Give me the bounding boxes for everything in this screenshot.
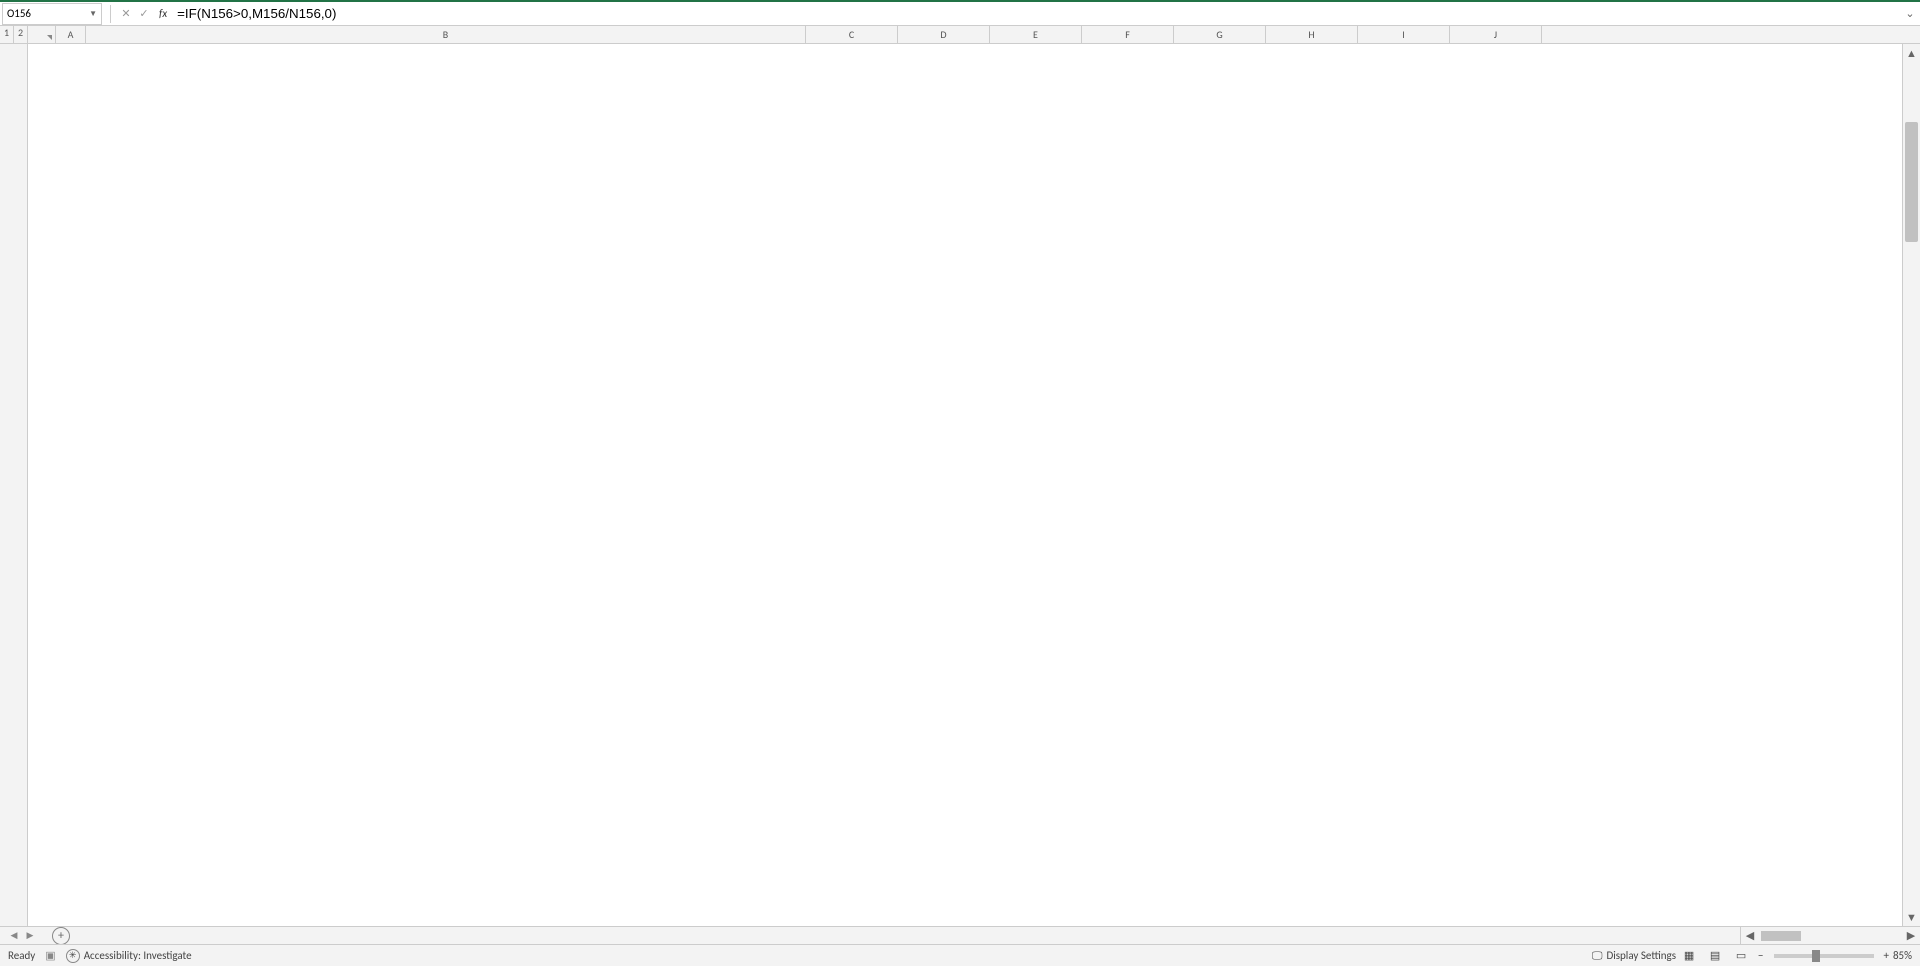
outline-level-row: 1 2 ABCDEFGHIJ: [0, 26, 1920, 44]
name-box[interactable]: O156 ▼: [2, 3, 102, 25]
column-header-G[interactable]: G: [1174, 26, 1266, 43]
fx-icon[interactable]: fx: [159, 7, 167, 20]
select-all-cell[interactable]: [28, 26, 56, 43]
outline-gutter: [0, 44, 28, 926]
zoom-level[interactable]: 85%: [1893, 949, 1912, 962]
view-page-break-icon[interactable]: ▭: [1728, 947, 1754, 965]
name-box-value: O156: [7, 7, 31, 20]
column-header-A[interactable]: A: [56, 26, 86, 43]
accept-formula-button[interactable]: ✓: [135, 5, 153, 23]
display-settings-icon[interactable]: 🖵: [1592, 949, 1603, 963]
new-sheet-button[interactable]: +: [52, 927, 70, 945]
expand-formula-bar-icon[interactable]: ⌄: [1900, 7, 1920, 20]
view-normal-icon[interactable]: ▦: [1676, 947, 1702, 965]
sheet-tab-bar: ◀ ▶ + ◀ ▶: [0, 926, 1920, 944]
status-ready: Ready: [8, 949, 35, 962]
scroll-down-icon[interactable]: ▼: [1903, 908, 1920, 926]
column-header-B[interactable]: B: [86, 26, 806, 43]
outline-level-1[interactable]: 1: [0, 26, 14, 43]
column-header-H[interactable]: H: [1266, 26, 1358, 43]
column-header-D[interactable]: D: [898, 26, 990, 43]
horizontal-scrollbar[interactable]: ◀ ▶: [1740, 927, 1920, 944]
accessibility-icon[interactable]: ✳: [66, 949, 80, 963]
outline-level-2[interactable]: 2: [14, 26, 28, 43]
scroll-left-icon[interactable]: ◀: [1741, 929, 1759, 942]
scroll-up-icon[interactable]: ▲: [1903, 44, 1920, 62]
display-settings-label[interactable]: Display Settings: [1606, 949, 1676, 962]
formula-input[interactable]: [173, 3, 1900, 25]
zoom-slider[interactable]: [1774, 954, 1874, 958]
cancel-formula-button[interactable]: ✕: [117, 5, 135, 23]
view-page-layout-icon[interactable]: ▤: [1702, 947, 1728, 965]
tab-nav-next-icon[interactable]: ▶: [22, 928, 38, 944]
column-header-I[interactable]: I: [1358, 26, 1450, 43]
zoom-in-button[interactable]: +: [1884, 949, 1889, 962]
column-header-E[interactable]: E: [990, 26, 1082, 43]
vertical-scroll-thumb[interactable]: [1905, 122, 1918, 242]
horizontal-scroll-thumb[interactable]: [1761, 931, 1801, 941]
column-header-F[interactable]: F: [1082, 26, 1174, 43]
name-box-dropdown-icon[interactable]: ▼: [89, 9, 97, 19]
macro-record-icon[interactable]: ▣: [45, 949, 55, 962]
status-bar: Ready ▣ ✳ Accessibility: Investigate 🖵 D…: [0, 944, 1920, 966]
column-header-C[interactable]: C: [806, 26, 898, 43]
formula-bar: O156 ▼ ✕ ✓ fx ⌄: [0, 2, 1920, 26]
accessibility-status[interactable]: Accessibility: Investigate: [84, 949, 192, 962]
tab-nav-prev-icon[interactable]: ◀: [6, 928, 22, 944]
vertical-scrollbar[interactable]: ▲ ▼: [1902, 44, 1920, 926]
scroll-right-icon[interactable]: ▶: [1902, 929, 1920, 942]
zoom-out-button[interactable]: −: [1758, 949, 1763, 962]
column-header-J[interactable]: J: [1450, 26, 1542, 43]
